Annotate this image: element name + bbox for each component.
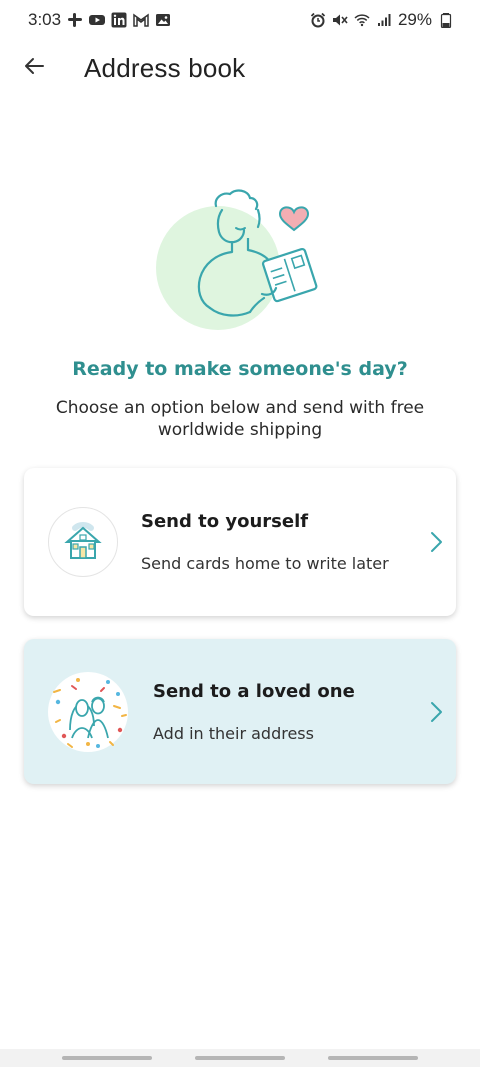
hero-illustration [150, 176, 330, 336]
system-nav-bar [0, 1049, 480, 1067]
card-title: Send to a loved one [153, 680, 355, 702]
status-time: 3:03 [28, 10, 62, 29]
send-to-loved-one-card[interactable]: Send to a loved one Add in their address [24, 639, 456, 784]
nav-recents-button[interactable] [61, 1056, 152, 1060]
hero-headline: Ready to make someone's day? [72, 358, 408, 380]
card-title: Send to yourself [141, 511, 309, 532]
house-icon [48, 507, 118, 577]
gmail-icon [133, 12, 149, 28]
youtube-icon [89, 12, 106, 28]
signal-icon [376, 12, 392, 28]
couple-confetti-icon [48, 671, 128, 752]
app-bar: Address book [0, 40, 480, 96]
hero-subtext: Choose an option below and send with fre… [55, 398, 425, 440]
battery-percent: 29% [397, 10, 432, 29]
card-subtitle: Send cards home to write later [141, 554, 389, 573]
linkedin-icon [111, 12, 127, 28]
chevron-right-icon [426, 698, 446, 726]
nav-home-button[interactable] [194, 1056, 285, 1060]
back-button[interactable] [14, 48, 54, 88]
mute-icon [332, 12, 348, 28]
battery-icon [438, 12, 454, 28]
gallery-icon [155, 12, 171, 28]
status-bar: 3:03 29% [0, 0, 480, 40]
card-subtitle: Add in their address [153, 723, 314, 743]
alarm-icon [310, 12, 326, 28]
status-left: 3:03 [28, 10, 171, 30]
wifi-icon [354, 12, 370, 28]
card-text: Send to a loved one Add in their address [153, 681, 355, 743]
heart-icon [278, 206, 310, 232]
arrow-left-icon [23, 55, 45, 81]
page-title: Address book [84, 52, 246, 83]
status-right: 29% [310, 10, 454, 30]
chevron-right-icon [426, 528, 446, 556]
send-to-yourself-card[interactable]: Send to yourself Send cards home to writ… [24, 468, 456, 616]
slack-icon [67, 12, 83, 28]
card-text: Send to yourself Send cards home to writ… [141, 511, 389, 573]
nav-back-button[interactable] [328, 1056, 419, 1060]
